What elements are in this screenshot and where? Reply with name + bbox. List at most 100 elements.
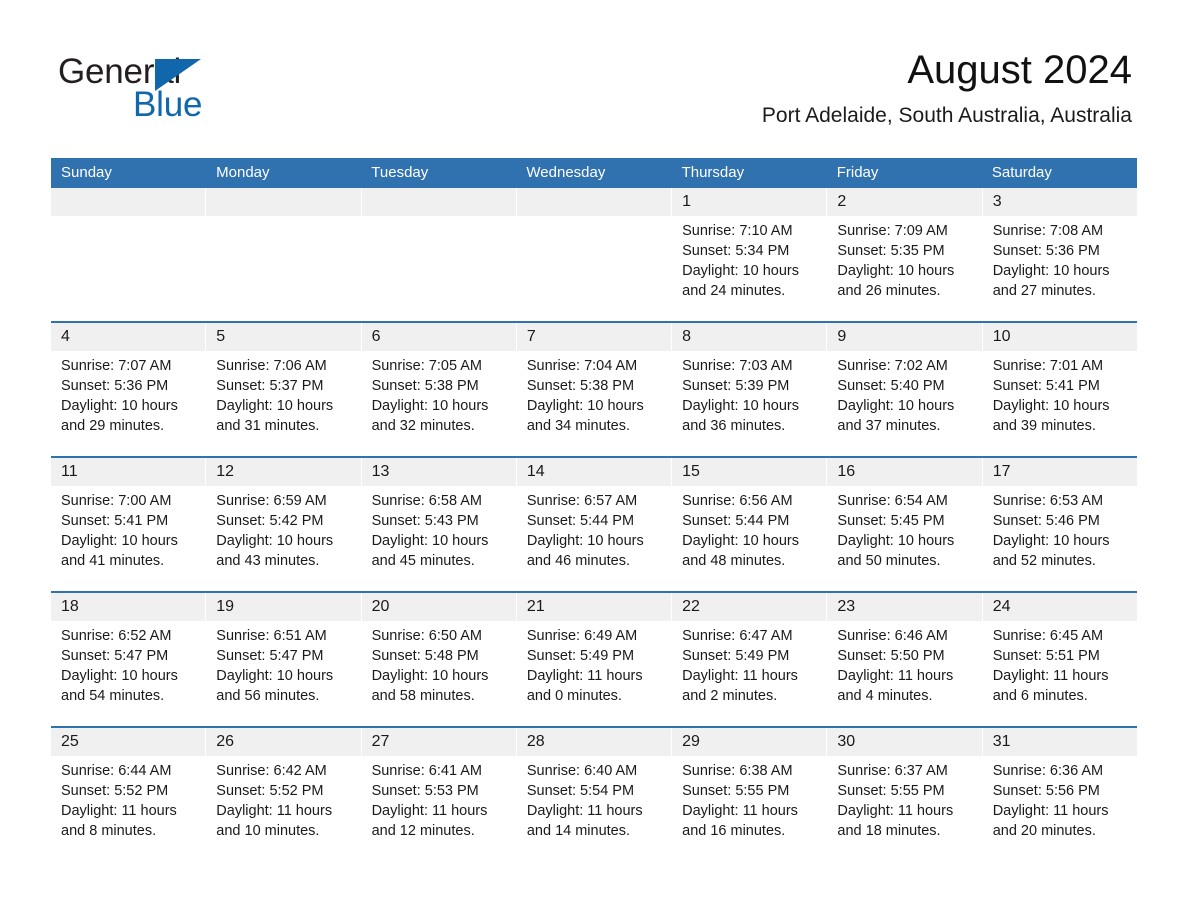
day-number: 23 xyxy=(827,593,982,621)
day-details: Sunrise: 7:10 AM Sunset: 5:34 PM Daylight:… xyxy=(672,216,826,301)
sunrise-text: Sunrise: 6:51 AM xyxy=(216,628,327,644)
day-cell[interactable]: 6 Sunrise: 7:05 AM Sunset: 5:38 PM Daylight… xyxy=(361,323,517,456)
day-number: 20 xyxy=(361,593,516,621)
daylight-text: Daylight: 11 hours and 18 minutes. xyxy=(837,803,954,839)
day-cell[interactable]: 23 Sunrise: 6:46 AM Sunset: 5:50 PM Dayligh… xyxy=(827,593,983,726)
daylight-text: Daylight: 11 hours and 8 minutes. xyxy=(61,803,177,839)
day-cell[interactable]: 2 Sunrise: 7:09 AM Sunset: 5:35 PM Daylight… xyxy=(827,188,983,321)
day-cell[interactable]: 24 Sunrise: 6:45 AM Sunset: 5:51 PM Dayligh… xyxy=(982,593,1137,726)
day-cell[interactable]: 5 Sunrise: 7:06 AM Sunset: 5:37 PM Daylight… xyxy=(206,323,362,456)
day-cell[interactable]: 19 Sunrise: 6:51 AM Sunset: 5:47 PM Dayligh… xyxy=(206,593,362,726)
day-number: 9 xyxy=(827,323,982,351)
day-details: Sunrise: 6:50 AM Sunset: 5:48 PM Daylight:… xyxy=(362,621,516,706)
sunset-text: Sunset: 5:52 PM xyxy=(216,783,324,799)
sunrise-text: Sunrise: 6:46 AM xyxy=(837,628,948,644)
day-number: 13 xyxy=(361,458,516,486)
day-number xyxy=(361,188,516,216)
sunrise-text: Sunrise: 7:01 AM xyxy=(992,358,1104,374)
day-cell[interactable]: 31 Sunrise: 6:36 AM Sunset: 5:56 PM Dayligh… xyxy=(982,728,1137,861)
day-cell[interactable]: 13 Sunrise: 6:58 AM Sunset: 5:43 PM Dayligh… xyxy=(361,458,517,591)
day-details: Sunrise: 6:44 AM Sunset: 5:52 PM Daylight:… xyxy=(51,756,205,841)
day-details: Sunrise: 6:49 AM Sunset: 5:49 PM Daylight:… xyxy=(517,621,671,706)
day-cell[interactable]: 26 Sunrise: 6:42 AM Sunset: 5:52 PM Dayligh… xyxy=(206,728,362,861)
daylight-text: Daylight: 10 hours and 52 minutes. xyxy=(992,533,1110,569)
sunrise-text: Sunrise: 6:57 AM xyxy=(526,493,638,509)
day-cell[interactable]: 21 Sunrise: 6:49 AM Sunset: 5:49 PM Dayligh… xyxy=(516,593,673,726)
weekday-header-sunday: Sunday xyxy=(61,164,112,181)
daylight-text: Daylight: 11 hours and 2 minutes. xyxy=(682,668,798,704)
day-number: 2 xyxy=(827,188,982,216)
day-number: 17 xyxy=(982,458,1137,486)
sunset-text: Sunset: 5:41 PM xyxy=(992,378,1100,394)
day-cell[interactable]: 25 Sunrise: 6:44 AM Sunset: 5:52 PM Dayligh… xyxy=(51,728,207,861)
day-cell[interactable]: 12 Sunrise: 6:59 AM Sunset: 5:42 PM Dayligh… xyxy=(206,458,362,591)
daylight-text: Daylight: 11 hours and 6 minutes. xyxy=(992,668,1109,704)
sunrise-text: Sunrise: 7:06 AM xyxy=(216,358,327,374)
day-cell[interactable]: 18 Sunrise: 6:52 AM Sunset: 5:47 PM Dayligh… xyxy=(51,593,207,726)
calendar-week-row: 18 Sunrise: 6:52 AM Sunset: 5:47 PM Dayligh… xyxy=(51,591,1137,726)
page-title: August 2024 xyxy=(907,48,1132,92)
day-cell[interactable]: 17 Sunrise: 6:53 AM Sunset: 5:46 PM Dayligh… xyxy=(982,458,1137,591)
daylight-text: Daylight: 10 hours and 43 minutes. xyxy=(216,533,334,569)
day-details: Sunrise: 6:59 AM Sunset: 5:42 PM Daylight:… xyxy=(206,486,360,571)
daylight-text: Daylight: 10 hours and 34 minutes. xyxy=(526,398,644,434)
sunset-text: Sunset: 5:53 PM xyxy=(371,783,479,799)
day-details: Sunrise: 6:51 AM Sunset: 5:47 PM Daylight:… xyxy=(206,621,360,706)
day-cell[interactable]: 9 Sunrise: 7:02 AM Sunset: 5:40 PM Daylight… xyxy=(827,323,983,456)
sunset-text: Sunset: 5:36 PM xyxy=(992,243,1100,259)
sunset-text: Sunset: 5:43 PM xyxy=(371,513,479,529)
day-details: Sunrise: 6:47 AM Sunset: 5:49 PM Daylight:… xyxy=(672,621,826,706)
day-cell[interactable]: 28 Sunrise: 6:40 AM Sunset: 5:54 PM Dayligh… xyxy=(516,728,673,861)
sunrise-text: Sunrise: 7:05 AM xyxy=(371,358,482,374)
generalblue-logo[interactable]: General Blue xyxy=(58,52,318,124)
daylight-text: Daylight: 10 hours and 36 minutes. xyxy=(682,398,799,434)
day-details: Sunrise: 6:46 AM Sunset: 5:50 PM Daylight:… xyxy=(827,621,981,706)
sunset-text: Sunset: 5:51 PM xyxy=(992,648,1100,664)
sunrise-text: Sunrise: 6:47 AM xyxy=(682,628,793,644)
day-cell[interactable]: 27 Sunrise: 6:41 AM Sunset: 5:53 PM Dayligh… xyxy=(361,728,517,861)
sunset-text: Sunset: 5:49 PM xyxy=(526,648,635,664)
day-details: Sunrise: 7:02 AM Sunset: 5:40 PM Daylight:… xyxy=(827,351,981,436)
day-number: 8 xyxy=(672,323,827,351)
day-number: 3 xyxy=(982,188,1137,216)
day-cell[interactable]: 1 Sunrise: 7:10 AM Sunset: 5:34 PM Daylight… xyxy=(672,188,828,321)
sunset-text: Sunset: 5:37 PM xyxy=(216,378,324,394)
day-cell[interactable]: 14 Sunrise: 6:57 AM Sunset: 5:44 PM Dayligh… xyxy=(516,458,673,591)
daylight-text: Daylight: 10 hours and 39 minutes. xyxy=(992,398,1110,434)
calendar-week-row: 11 Sunrise: 7:00 AM Sunset: 5:41 PM Dayligh… xyxy=(51,456,1137,591)
daylight-text: Daylight: 11 hours and 20 minutes. xyxy=(992,803,1109,839)
day-cell[interactable]: 20 Sunrise: 6:50 AM Sunset: 5:48 PM Dayligh… xyxy=(361,593,517,726)
day-cell[interactable]: 30 Sunrise: 6:37 AM Sunset: 5:55 PM Dayligh… xyxy=(827,728,983,861)
day-details: Sunrise: 6:37 AM Sunset: 5:55 PM Daylight:… xyxy=(827,756,981,841)
weekday-header-monday: Monday xyxy=(216,164,270,181)
day-details: Sunrise: 7:08 AM Sunset: 5:36 PM Daylight:… xyxy=(983,216,1137,301)
sunrise-text: Sunrise: 6:40 AM xyxy=(526,763,638,779)
day-details: Sunrise: 6:53 AM Sunset: 5:46 PM Daylight:… xyxy=(983,486,1137,571)
sunrise-text: Sunrise: 6:41 AM xyxy=(371,763,482,779)
day-number: 12 xyxy=(206,458,361,486)
day-details: Sunrise: 6:54 AM Sunset: 5:45 PM Daylight:… xyxy=(827,486,981,571)
day-number xyxy=(516,188,672,216)
day-cell[interactable]: 11 Sunrise: 7:00 AM Sunset: 5:41 PM Dayligh… xyxy=(51,458,207,591)
day-cell[interactable]: 10 Sunrise: 7:01 AM Sunset: 5:41 PM Dayligh… xyxy=(982,323,1137,456)
sunset-text: Sunset: 5:42 PM xyxy=(216,513,324,529)
day-details: Sunrise: 7:06 AM Sunset: 5:37 PM Daylight:… xyxy=(206,351,360,436)
day-details: Sunrise: 6:57 AM Sunset: 5:44 PM Daylight:… xyxy=(517,486,671,571)
calendar-body: 1 Sunrise: 7:10 AM Sunset: 5:34 PM Daylight… xyxy=(51,188,1137,861)
daylight-text: Daylight: 10 hours and 45 minutes. xyxy=(371,533,489,569)
day-number: 21 xyxy=(516,593,672,621)
day-cell[interactable]: 15 Sunrise: 6:56 AM Sunset: 5:44 PM Dayligh… xyxy=(672,458,828,591)
day-number: 11 xyxy=(51,458,206,486)
page-header: General Blue August 2024 Port Adelaide, … xyxy=(0,0,1188,127)
day-number: 16 xyxy=(827,458,982,486)
sunrise-text: Sunrise: 7:00 AM xyxy=(61,493,172,509)
day-cell[interactable]: 16 Sunrise: 6:54 AM Sunset: 5:45 PM Dayligh… xyxy=(827,458,983,591)
sunset-text: Sunset: 5:55 PM xyxy=(682,783,790,799)
day-cell[interactable]: 3 Sunrise: 7:08 AM Sunset: 5:36 PM Daylight… xyxy=(982,188,1137,321)
day-cell[interactable]: 29 Sunrise: 6:38 AM Sunset: 5:55 PM Dayligh… xyxy=(672,728,828,861)
day-cell[interactable]: 8 Sunrise: 7:03 AM Sunset: 5:39 PM Daylight… xyxy=(672,323,828,456)
day-cell[interactable]: 22 Sunrise: 6:47 AM Sunset: 5:49 PM Dayligh… xyxy=(672,593,828,726)
day-cell[interactable]: 7 Sunrise: 7:04 AM Sunset: 5:38 PM Daylight… xyxy=(516,323,673,456)
sunset-text: Sunset: 5:40 PM xyxy=(837,378,945,394)
day-cell[interactable]: 4 Sunrise: 7:07 AM Sunset: 5:36 PM Daylight… xyxy=(51,323,207,456)
